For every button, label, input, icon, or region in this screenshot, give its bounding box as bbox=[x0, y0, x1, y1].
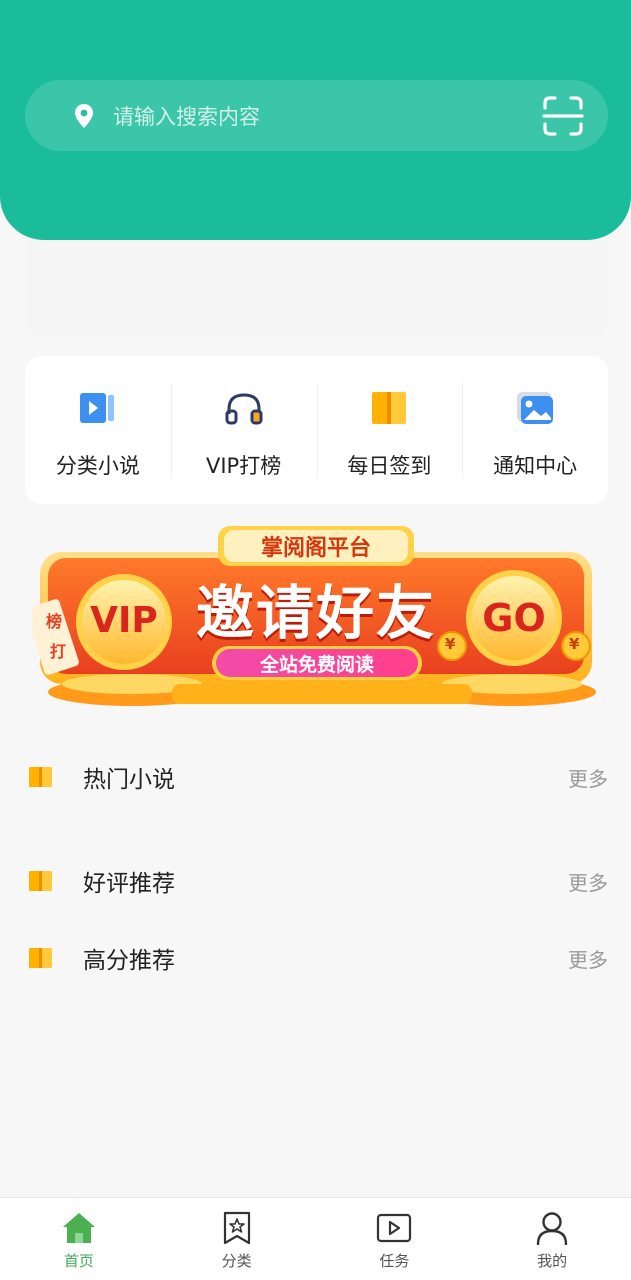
tab-label: 我的 bbox=[537, 1252, 568, 1270]
tab-home[interactable]: 首页 bbox=[0, 1198, 158, 1280]
home-icon bbox=[61, 1210, 97, 1246]
header: 请输入搜索内容 bbox=[0, 0, 631, 240]
section-high-scores: 高分推荐 更多 bbox=[28, 938, 608, 978]
book-icon bbox=[28, 947, 53, 969]
more-link[interactable]: 更多 bbox=[568, 944, 608, 973]
section-title: 热门小说 bbox=[83, 767, 175, 793]
menu-item-label: VIP打榜 bbox=[206, 454, 282, 478]
headphones-icon bbox=[224, 388, 264, 428]
section-title: 好评推荐 bbox=[83, 871, 175, 897]
banner-subline: 全站免费阅读 bbox=[259, 654, 374, 676]
bottom-tab-bar: 首页 分类 任务 我的 bbox=[0, 1197, 631, 1280]
bookmark-star-icon bbox=[219, 1210, 255, 1246]
quick-menu: 分类小说 VIP打榜 每日签到 通知中心 bbox=[25, 356, 608, 504]
section-good-reviews: 好评推荐 更多 bbox=[28, 861, 608, 901]
coin-left-text: ¥ bbox=[445, 635, 456, 653]
tab-mine[interactable]: 我的 bbox=[473, 1198, 631, 1280]
more-link[interactable]: 更多 bbox=[568, 867, 608, 896]
menu-item-vip-ranking[interactable]: VIP打榜 bbox=[170, 356, 317, 504]
scan-icon[interactable] bbox=[542, 95, 584, 137]
book-icon bbox=[28, 766, 53, 788]
search-bar[interactable]: 请输入搜索内容 bbox=[25, 80, 608, 151]
ribbon-top-text: 榜 bbox=[46, 612, 63, 631]
tab-category[interactable]: 分类 bbox=[158, 1198, 316, 1280]
section-title: 高分推荐 bbox=[83, 948, 175, 974]
search-input[interactable]: 请输入搜索内容 bbox=[113, 101, 542, 131]
menu-item-label: 分类小说 bbox=[55, 454, 140, 478]
book-icon bbox=[369, 388, 409, 428]
user-icon bbox=[534, 1210, 570, 1246]
tab-label: 首页 bbox=[63, 1252, 94, 1270]
tab-tasks[interactable]: 任务 bbox=[316, 1198, 474, 1280]
go-badge-text: GO bbox=[482, 596, 546, 640]
section-hot-novels: 热门小说 更多 bbox=[28, 757, 608, 797]
invite-friends-banner[interactable]: 掌阅阁平台 邀请好友 全站免费阅读 VIP GO 榜 打 ¥ ¥ bbox=[25, 524, 600, 720]
menu-item-label: 通知中心 bbox=[493, 454, 578, 478]
vip-badge-text: VIP bbox=[90, 600, 158, 641]
play-icon bbox=[376, 1210, 412, 1246]
location-pin-icon bbox=[73, 103, 95, 129]
video-book-icon bbox=[78, 388, 118, 428]
ribbon-bottom-text: 打 bbox=[50, 642, 67, 661]
image-icon bbox=[515, 388, 555, 428]
more-link[interactable]: 更多 bbox=[568, 763, 608, 792]
menu-item-notification-center[interactable]: 通知中心 bbox=[462, 356, 608, 504]
coin-right-text: ¥ bbox=[569, 635, 580, 653]
tab-label: 任务 bbox=[379, 1252, 410, 1270]
tab-label: 分类 bbox=[221, 1252, 252, 1270]
banner-headline: 邀请好友 bbox=[195, 579, 436, 647]
banner-platform-text: 掌阅阁平台 bbox=[260, 536, 371, 561]
menu-item-label: 每日签到 bbox=[347, 454, 432, 478]
home-page: 请输入搜索内容 分类小说 VIP打榜 每日签到 通知中心 掌阅阁平台 邀请好友 … bbox=[0, 0, 631, 1280]
menu-item-daily-checkin[interactable]: 每日签到 bbox=[316, 356, 463, 504]
book-icon bbox=[28, 870, 53, 892]
menu-item-category-novels[interactable]: 分类小说 bbox=[25, 356, 171, 504]
